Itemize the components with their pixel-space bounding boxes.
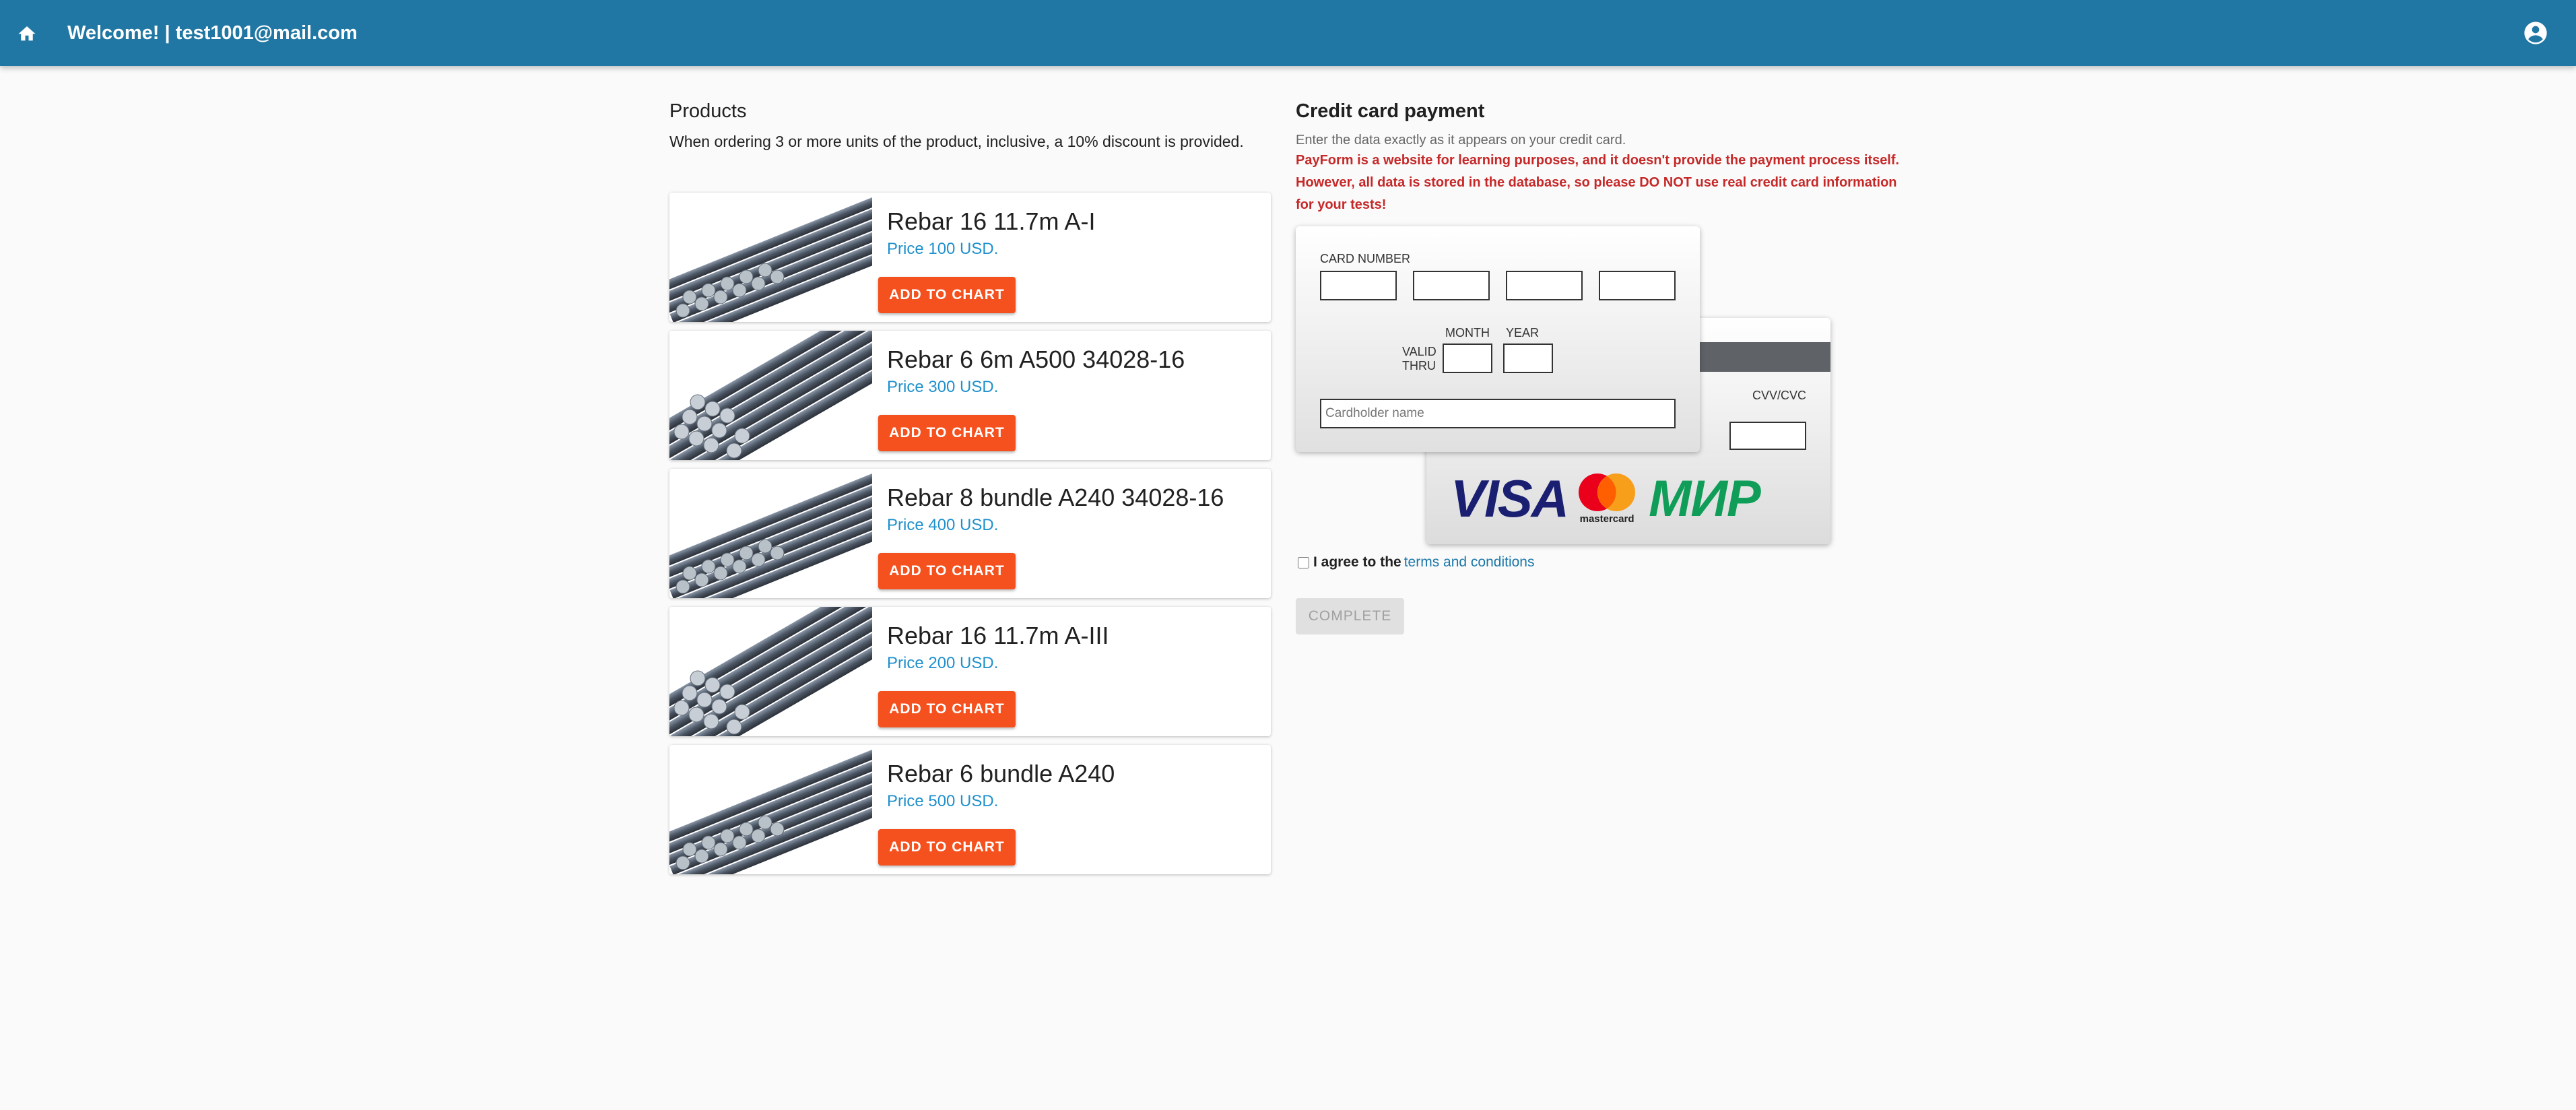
month-input[interactable] bbox=[1443, 344, 1492, 373]
rebar-stack-image bbox=[669, 607, 872, 736]
cvv-label: CVV/CVC bbox=[1752, 389, 1806, 402]
mastercard-logo: mastercard bbox=[1571, 471, 1643, 525]
product-name: Rebar 6 bundle A240 bbox=[887, 760, 1115, 787]
rebar-bundle-image bbox=[669, 469, 872, 598]
app-bar: Welcome! | test1001@mail.com bbox=[0, 0, 2576, 66]
month-label: MONTH bbox=[1445, 326, 1490, 339]
card-number-input-2[interactable] bbox=[1413, 271, 1490, 300]
visa-logo: VISA bbox=[1451, 468, 1569, 528]
home-icon bbox=[18, 26, 36, 41]
mastercard-icon bbox=[1579, 474, 1636, 511]
rebar-bundle-image bbox=[669, 745, 872, 874]
discount-note: When ordering 3 or more units of the pro… bbox=[669, 133, 1244, 150]
add-to-chart-button[interactable]: ADD TO CHART bbox=[878, 553, 1016, 589]
terms-agreement: I agree to the terms and conditions bbox=[1296, 554, 1534, 570]
add-to-chart-button[interactable]: ADD TO CHART bbox=[878, 829, 1016, 866]
product-price: Price 400 USD. bbox=[887, 516, 999, 534]
card-number-input-3[interactable] bbox=[1506, 271, 1583, 300]
year-input[interactable] bbox=[1503, 344, 1553, 373]
welcome-title: Welcome! | test1001@mail.com bbox=[67, 22, 358, 44]
mir-logo: МИР bbox=[1649, 469, 1761, 527]
product-price: Price 100 USD. bbox=[887, 240, 999, 258]
card-front: CARD NUMBER MONTH YEAR VALID THRU bbox=[1296, 226, 1700, 452]
cvv-input[interactable] bbox=[1729, 422, 1806, 450]
product-name: Rebar 8 bundle A240 34028-16 bbox=[887, 484, 1224, 511]
product-name: Rebar 6 6m A500 34028-16 bbox=[887, 346, 1185, 373]
home-button[interactable] bbox=[0, 0, 54, 66]
product-card: Rebar 8 bundle A240 34028-16 Price 400 U… bbox=[669, 469, 1271, 598]
rebar-stack-image bbox=[669, 331, 872, 460]
account-button[interactable] bbox=[2522, 20, 2549, 46]
product-card: Rebar 6 bundle A240 Price 500 USD. ADD T… bbox=[669, 745, 1271, 874]
product-card: Rebar 16 11.7m A-I Price 100 USD. ADD TO… bbox=[669, 193, 1271, 322]
product-name: Rebar 16 11.7m A-I bbox=[887, 207, 1096, 235]
payment-section: Credit card payment Enter the data exact… bbox=[1296, 94, 1902, 634]
payment-warning: PayForm is a website for learning purpos… bbox=[1296, 153, 1900, 212]
product-price: Price 300 USD. bbox=[887, 378, 999, 396]
add-to-chart-button[interactable]: ADD TO CHART bbox=[878, 415, 1016, 451]
payment-subtitle: Enter the data exactly as it appears on … bbox=[1296, 133, 1626, 148]
rebar-bundle-image bbox=[669, 193, 872, 322]
valid-thru-label: VALID THRU bbox=[1402, 345, 1436, 372]
add-to-chart-button[interactable]: ADD TO CHART bbox=[878, 277, 1016, 313]
card-number-input-4[interactable] bbox=[1599, 271, 1676, 300]
product-card: Rebar 6 6m A500 34028-16 Price 300 USD. … bbox=[669, 331, 1271, 460]
mastercard-label: mastercard bbox=[1579, 513, 1634, 525]
card-logos: VISA mastercard МИР bbox=[1451, 469, 1761, 528]
terms-checkbox[interactable] bbox=[1298, 556, 1309, 568]
agree-label: I agree to the bbox=[1313, 554, 1401, 570]
card-number-label: CARD NUMBER bbox=[1320, 252, 1411, 265]
product-name: Rebar 16 11.7m A-III bbox=[887, 622, 1109, 649]
product-price: Price 200 USD. bbox=[887, 654, 999, 672]
products-title: Products bbox=[669, 100, 747, 122]
cardholder-name-input[interactable] bbox=[1320, 399, 1676, 428]
complete-button[interactable]: COMPLETE bbox=[1296, 598, 1404, 634]
product-price: Price 500 USD. bbox=[887, 792, 999, 810]
terms-link[interactable]: terms and conditions bbox=[1404, 554, 1535, 570]
card-number-input-1[interactable] bbox=[1320, 271, 1397, 300]
account-circle-icon bbox=[2524, 22, 2547, 44]
products-section: Products When ordering 3 or more units o… bbox=[669, 94, 1272, 874]
add-to-chart-button[interactable]: ADD TO CHART bbox=[878, 691, 1016, 727]
payment-title: Credit card payment bbox=[1296, 100, 1485, 122]
year-label: YEAR bbox=[1506, 326, 1540, 339]
product-card: Rebar 16 11.7m A-III Price 200 USD. ADD … bbox=[669, 607, 1271, 736]
